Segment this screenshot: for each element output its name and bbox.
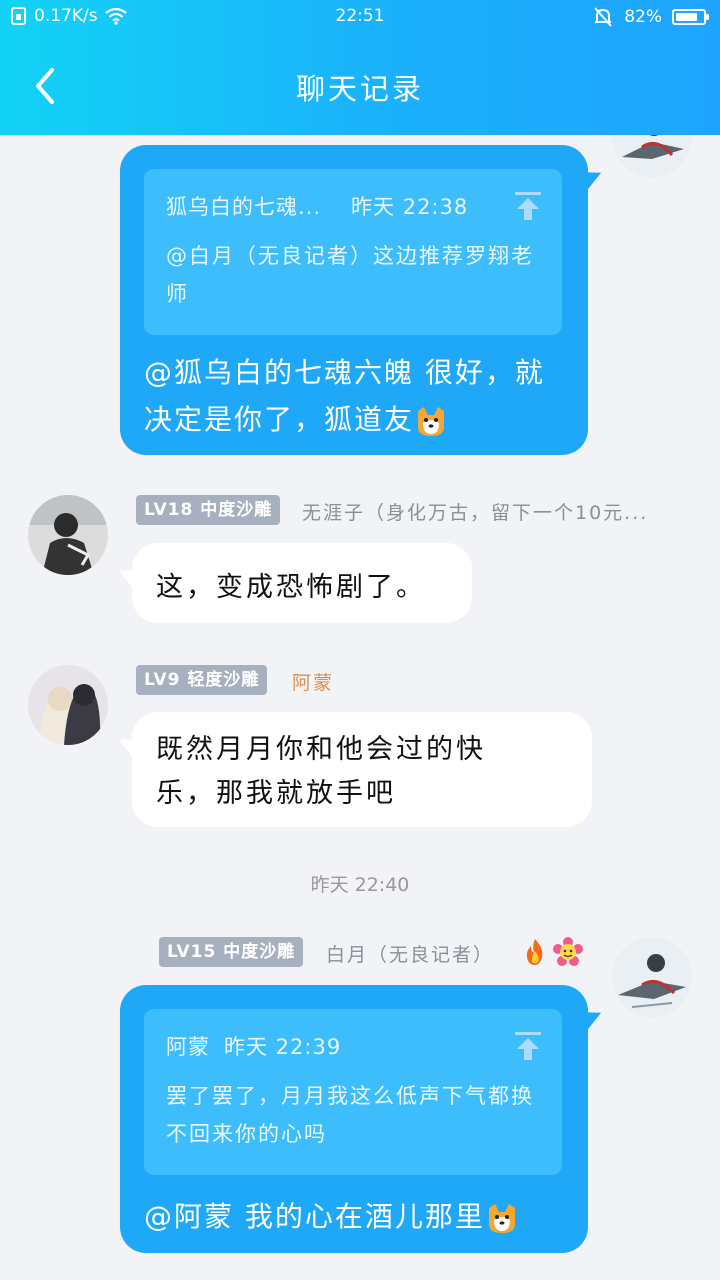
message-bubble-self[interactable]: 狐乌白的七魂... 昨天 22:38 @白月（无良记者）这边推荐罗翔老师 @狐乌… [120, 145, 588, 455]
quote-time: 昨天 22:38 [351, 195, 469, 219]
fire-icon [526, 939, 543, 965]
message-text: @狐乌白的七魂六魄 很好，就 决定是你了，狐道友 [144, 349, 568, 443]
message-bubble-self[interactable]: 阿蒙 昨天 22:39 罢了罢了，月月我这么低声下气都换不回来你的心吗 @阿蒙 … [120, 985, 588, 1253]
avatar-user[interactable] [28, 495, 108, 575]
jump-to-top-icon[interactable] [514, 1031, 542, 1061]
message-text: @阿蒙 我的心在酒儿那里 [144, 1193, 568, 1240]
level-badge: LV9 轻度沙雕 [136, 665, 268, 695]
message-line: 决定是你了，狐道友 [144, 396, 568, 443]
quoted-reply[interactable]: 阿蒙 昨天 22:39 罢了罢了，月月我这么低声下气都换不回来你的心吗 [144, 1009, 562, 1175]
quote-time: 昨天 22:39 [224, 1035, 342, 1059]
sender-nickname[interactable]: 无涯子（身化万古，留下一个10元... [302, 498, 648, 525]
avatar-self[interactable] [612, 937, 692, 1017]
message-line: 乐，那我就放手吧 [156, 778, 396, 809]
message-bubble[interactable]: 这，变成恐怖剧了。 [132, 543, 472, 623]
quoted-reply[interactable]: 狐乌白的七魂... 昨天 22:38 @白月（无良记者）这边推荐罗翔老师 [144, 169, 562, 335]
message-bubble[interactable]: 既然月月你和他会过的快 乐，那我就放手吧 [132, 712, 592, 827]
app-header: 0.17K/s 22:51 82% 聊天记录 [0, 0, 720, 135]
level-badge: LV15 中度沙雕 [159, 937, 304, 967]
avatar-self[interactable] [612, 135, 692, 177]
message-text: 既然月月你和他会过的快 乐，那我就放手吧 [156, 728, 486, 816]
message-line: @狐乌白的七魂六魄 很好，就 [144, 356, 545, 389]
jump-to-top-icon[interactable] [514, 191, 542, 221]
message-text: 这，变成恐怖剧了。 [156, 572, 426, 603]
battery-percent: 82% [624, 7, 662, 27]
dog-face-emoji-icon [418, 407, 445, 436]
status-bar: 0.17K/s 22:51 82% [0, 0, 720, 36]
battery-icon [672, 9, 709, 25]
time-divider: 昨天 22:40 [310, 874, 410, 896]
quote-author: 狐乌白的七魂... [166, 195, 322, 219]
message-line: 既然月月你和他会过的快 [156, 734, 486, 765]
dog-face-emoji-icon [488, 1204, 515, 1233]
quote-text: @白月（无良记者）这边推荐罗翔老师 [166, 244, 534, 306]
quote-text: 罢了罢了，月月我这么低声下气都换不回来你的心吗 [166, 1084, 534, 1146]
sender-nickname[interactable]: 阿蒙 [292, 668, 334, 695]
bell-muted-icon [594, 7, 612, 27]
sender-nickname[interactable]: 白月（无良记者） [326, 940, 494, 967]
level-badge: LV18 中度沙雕 [136, 495, 281, 525]
flower-emoji-icon [553, 937, 583, 966]
avatar-user[interactable] [28, 665, 108, 745]
quote-author: 阿蒙 [166, 1035, 210, 1059]
page-title: 聊天记录 [295, 72, 424, 106]
chat-list[interactable]: 狐乌白的七魂... 昨天 22:38 @白月（无良记者）这边推荐罗翔老师 @狐乌… [0, 135, 720, 1280]
